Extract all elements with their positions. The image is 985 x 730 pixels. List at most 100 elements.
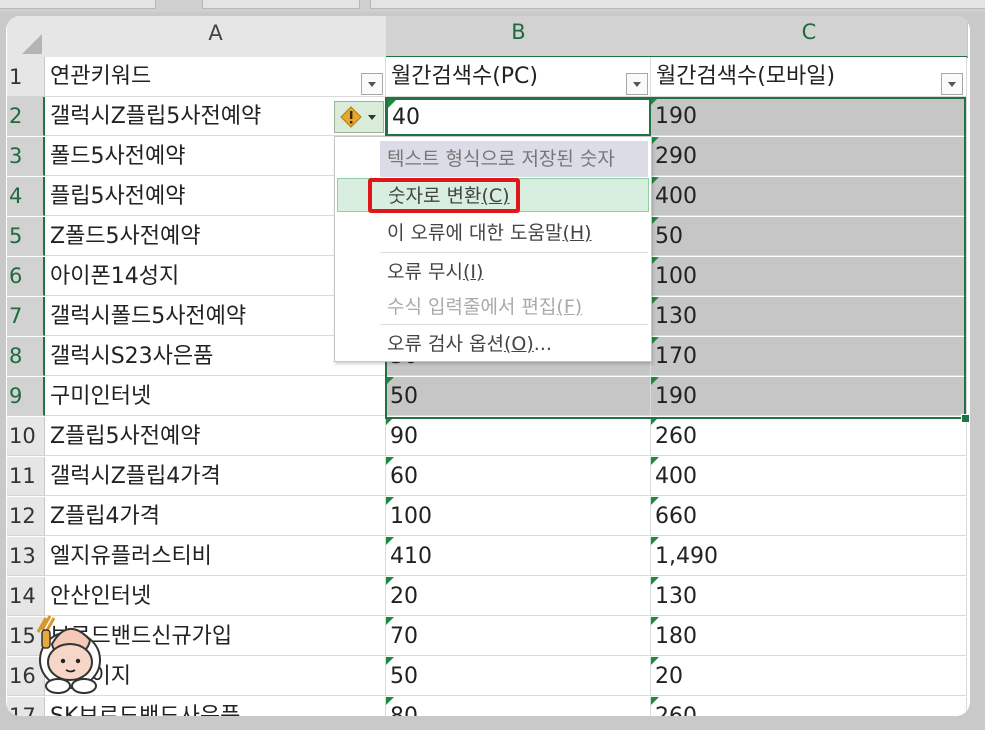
row-header-2[interactable]: 2 xyxy=(7,97,45,136)
error-indicator-flag xyxy=(651,337,659,345)
error-check-button[interactable] xyxy=(334,101,384,133)
cell-value: 갤럭시Z플립5사전예약 xyxy=(50,104,262,129)
row-header-6[interactable]: 6 xyxy=(7,257,45,296)
column-header-a[interactable]: A xyxy=(45,16,387,58)
cell-keyword[interactable]: Z플립4가격 xyxy=(45,497,386,536)
cell-value: 폴드5사전예약 xyxy=(50,144,186,169)
header-cell-keyword[interactable]: 연관키워드 xyxy=(45,57,386,97)
cell-value: 안산인터넷 xyxy=(50,584,152,609)
cell-keyword[interactable]: 갤럭시Z플립4가격 xyxy=(45,457,386,496)
cell-mobile[interactable]: 130 xyxy=(651,297,967,336)
cell-pc[interactable]: 80 xyxy=(386,697,651,716)
cell-value: 플립5사전예약 xyxy=(50,184,186,209)
menu-item-label: 이 오류에 대한 도움말 xyxy=(387,222,563,244)
active-cell-b2[interactable]: 40 xyxy=(386,98,651,136)
cell-mobile[interactable]: 130 xyxy=(651,577,967,616)
header-cell-mobile[interactable]: 월간검색수(모바일) xyxy=(651,57,967,97)
menu-item-key: I xyxy=(470,261,476,283)
top-tab-3[interactable] xyxy=(370,0,985,9)
cell-value: 190 xyxy=(655,384,697,409)
row-header-8[interactable]: 8 xyxy=(7,337,45,376)
cell-keyword[interactable]: 엘지유플러스티비 xyxy=(45,537,386,576)
cell-value: 260 xyxy=(655,704,697,716)
header-cell-pc[interactable]: 월간검색수(PC) xyxy=(386,57,651,97)
cell-value: 180 xyxy=(655,624,697,649)
filter-dropdown-icon[interactable] xyxy=(941,73,963,95)
error-indicator-flag xyxy=(651,417,659,425)
cell-pc[interactable]: 20 xyxy=(386,577,651,616)
mascot-sticker-icon xyxy=(36,615,101,694)
column-header-c[interactable]: C xyxy=(651,16,968,58)
cell-value: 290 xyxy=(655,144,697,169)
row-header-9[interactable]: 9 xyxy=(7,377,45,416)
cell-value: 아이폰14성지 xyxy=(50,264,180,289)
cell-value: 갤럭시S23사은품 xyxy=(50,344,214,369)
cell-value: 1,490 xyxy=(655,544,718,569)
row-header-17[interactable]: 17 xyxy=(7,697,45,716)
cell-pc[interactable]: 50 xyxy=(386,377,651,416)
top-tab-1[interactable] xyxy=(0,0,156,9)
menu-item-label: 숫자로 변환 xyxy=(388,185,482,207)
cell-pc[interactable]: 410 xyxy=(386,537,651,576)
cell-mobile[interactable]: 1,490 xyxy=(651,537,967,576)
error-indicator-flag xyxy=(651,657,659,665)
menu-item-ignore-error[interactable]: 오류 무시(I) xyxy=(380,255,648,289)
header-pc-text: 월간검색수(PC) xyxy=(391,64,538,89)
row-header-1[interactable]: 1 xyxy=(7,57,45,97)
row-header-13[interactable]: 13 xyxy=(7,537,45,576)
error-indicator-flag xyxy=(386,417,394,425)
cell-keyword[interactable]: SK브로드밴드사은품 xyxy=(45,697,386,716)
cell-mobile[interactable]: 180 xyxy=(651,617,967,656)
active-cell-value: 40 xyxy=(392,105,420,130)
row-header-3[interactable]: 3 xyxy=(7,137,45,176)
cell-mobile[interactable]: 400 xyxy=(651,457,967,496)
cell-keyword[interactable]: Z플립5사전예약 xyxy=(45,417,386,456)
cell-value: 갤럭시폴드5사전예약 xyxy=(50,304,247,329)
menu-item-key: F xyxy=(563,296,575,318)
cell-mobile[interactable]: 190 xyxy=(651,377,967,416)
row-header-4[interactable]: 4 xyxy=(7,177,45,216)
cell-mobile[interactable]: 20 xyxy=(651,657,967,696)
cell-mobile[interactable]: 100 xyxy=(651,257,967,296)
cell-value: 400 xyxy=(655,464,697,489)
cell-mobile[interactable]: 50 xyxy=(651,217,967,256)
error-indicator-flag xyxy=(386,657,394,665)
row-header-5[interactable]: 5 xyxy=(7,217,45,256)
fill-handle[interactable] xyxy=(961,414,970,423)
cell-mobile[interactable]: 400 xyxy=(651,177,967,216)
error-indicator-flag xyxy=(651,217,659,225)
error-indicator-flag xyxy=(651,537,659,545)
error-indicator-flag xyxy=(651,457,659,465)
cell-mobile[interactable]: 660 xyxy=(651,497,967,536)
cell-pc[interactable]: 90 xyxy=(386,417,651,456)
cell-value: 90 xyxy=(390,424,418,449)
row-header-10[interactable]: 10 xyxy=(7,417,45,456)
cell-pc[interactable]: 100 xyxy=(386,497,651,536)
cell-value: 20 xyxy=(390,584,418,609)
row-header-11[interactable]: 11 xyxy=(7,457,45,496)
cell-pc[interactable]: 70 xyxy=(386,617,651,656)
filter-dropdown-icon[interactable] xyxy=(361,73,383,95)
cell-keyword[interactable]: 구미인터넷 xyxy=(45,377,386,416)
filter-dropdown-icon[interactable] xyxy=(626,73,648,95)
cell-mobile[interactable]: 260 xyxy=(651,697,967,716)
top-tab-2[interactable] xyxy=(202,0,360,9)
menu-item-convert-to-number[interactable]: 숫자로 변환(C) xyxy=(337,178,649,212)
row-header-7[interactable]: 7 xyxy=(7,297,45,336)
cell-mobile[interactable]: 290 xyxy=(651,137,967,176)
cell-pc[interactable]: 60 xyxy=(386,457,651,496)
cell-mobile[interactable]: 170 xyxy=(651,337,967,376)
column-header-b[interactable]: B xyxy=(386,16,652,58)
error-indicator-flag xyxy=(386,497,394,505)
menu-item-key: H xyxy=(569,222,585,244)
error-indicator-flag xyxy=(651,137,659,145)
cell-mobile[interactable]: 190 xyxy=(651,97,967,136)
cell-value: 660 xyxy=(655,504,697,529)
menu-item-error-check-options[interactable]: 오류 검사 옵션(O)... xyxy=(380,327,648,361)
menu-item-error-help[interactable]: 이 오류에 대한 도움말(H) xyxy=(380,216,648,250)
row-header-12[interactable]: 12 xyxy=(7,497,45,536)
cell-value: 20 xyxy=(655,664,683,689)
cell-pc[interactable]: 50 xyxy=(386,657,651,696)
cell-mobile[interactable]: 260 xyxy=(651,417,967,456)
select-all-corner-icon[interactable] xyxy=(7,16,46,58)
